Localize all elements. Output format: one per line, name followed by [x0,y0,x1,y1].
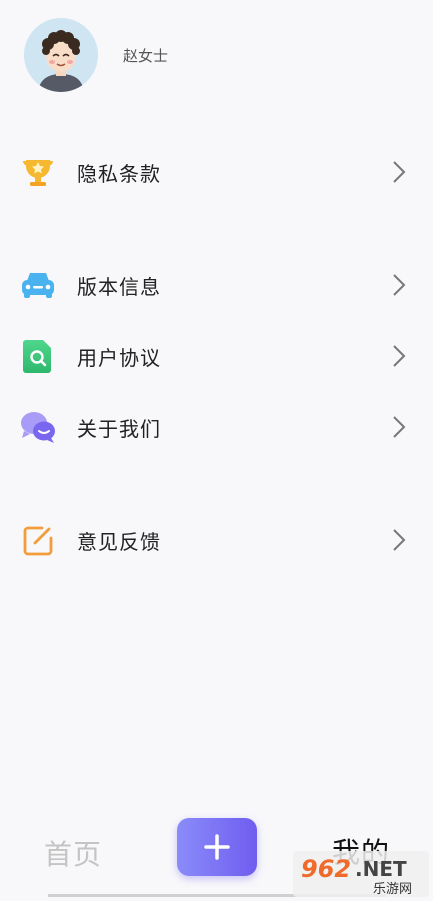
watermark-logo: 962 .NET 乐游网 [293,851,429,897]
menu-item-privacy[interactable]: 隐私条款 [0,141,433,203]
svg-text:.NET: .NET [355,857,407,881]
chevron-right-icon [391,343,407,369]
menu-item-feedback[interactable]: 意见反馈 [0,509,433,571]
profile-header: 赵女士 [0,0,433,110]
svg-text:962: 962 [301,855,351,883]
edit-square-icon [20,522,56,558]
menu-label: 版本信息 [77,275,161,299]
trophy-icon [20,154,56,190]
svg-text:乐游网: 乐游网 [373,882,412,897]
chevron-right-icon [391,272,407,298]
menu-label: 用户协议 [77,346,161,370]
menu-label: 关于我们 [77,417,161,441]
menu-item-version[interactable]: 版本信息 [0,254,433,316]
add-button[interactable] [177,818,257,876]
avatar[interactable] [24,18,98,92]
car-icon [20,267,56,303]
plus-icon [203,833,231,861]
tab-home[interactable]: 首页 [44,833,102,873]
username: 赵女士 [123,47,169,65]
document-search-icon [20,338,56,374]
chat-bubbles-icon [20,409,56,445]
menu-item-user-agreement[interactable]: 用户协议 [0,325,433,387]
chevron-right-icon [391,527,407,553]
menu-label: 隐私条款 [77,162,161,186]
menu-label: 意见反馈 [77,530,161,554]
chevron-right-icon [391,414,407,440]
chevron-right-icon [391,159,407,185]
menu-item-about-us[interactable]: 关于我们 [0,396,433,458]
